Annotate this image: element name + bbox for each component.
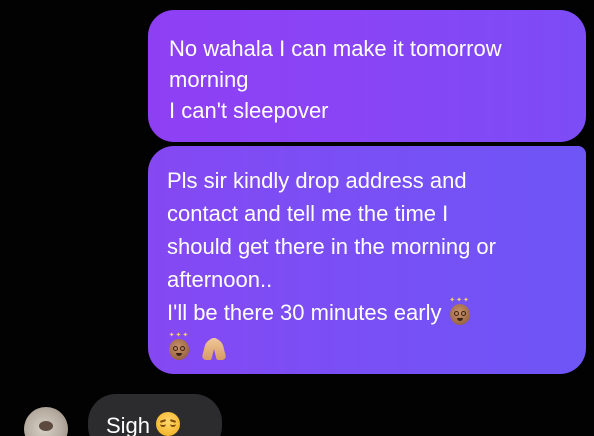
incoming-message-bubble[interactable]: Sigh <box>88 394 222 436</box>
message-text-line: I'll be there 30 minutes early ✦✦✦ <box>167 296 586 329</box>
message-text-line: should get there in the morning or <box>167 234 496 259</box>
outgoing-message-bubble[interactable]: Pls sir kindly drop address and contact … <box>148 146 586 374</box>
emoji-row: ✦✦✦ <box>167 331 586 364</box>
dizzy-face-icon: ✦✦✦ <box>167 332 191 360</box>
message-text-line: afternoon.. <box>167 267 273 292</box>
message-text-line: Pls sir kindly drop address and <box>167 168 467 193</box>
message-text: Sigh <box>106 413 151 436</box>
dizzy-face-icon: ✦✦✦ <box>448 297 472 325</box>
message-text-line: contact and tell me the time I <box>167 201 449 226</box>
message-text-line: No wahala I can make it tomorrow <box>169 36 502 61</box>
chat-thread: No wahala I can make it tomorrow morning… <box>0 0 594 436</box>
pensive-face-icon <box>156 412 181 436</box>
avatar[interactable] <box>24 407 68 436</box>
message-text-line: morning <box>169 67 249 92</box>
outgoing-message-bubble[interactable]: No wahala I can make it tomorrow morning… <box>148 10 586 142</box>
folded-hands-icon <box>201 335 227 361</box>
message-text-line: I can't sleepover <box>169 98 329 123</box>
message-text-segment: I'll be there 30 minutes early <box>167 300 442 325</box>
